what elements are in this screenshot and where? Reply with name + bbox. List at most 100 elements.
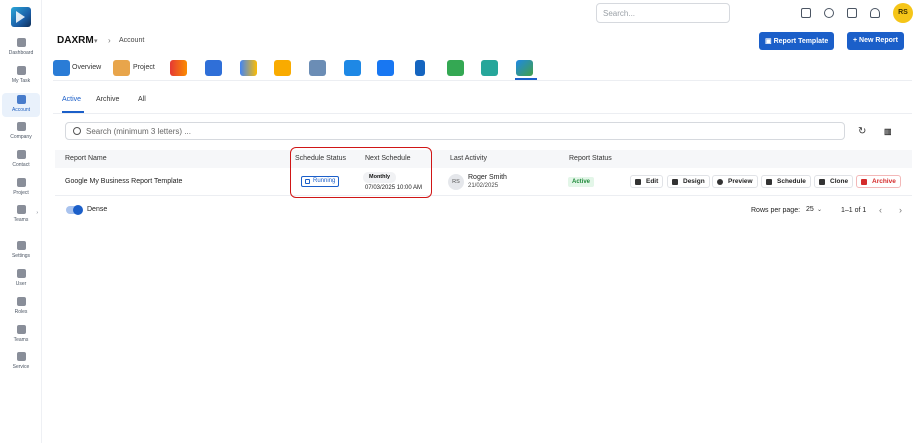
sidebar-item-teams[interactable]: Teams › bbox=[2, 205, 40, 227]
bell-icon[interactable] bbox=[870, 8, 880, 18]
sidebar-item-label: My Task bbox=[11, 78, 31, 84]
google-analytics-icon[interactable] bbox=[274, 60, 291, 76]
table-footer: Dense Rows per page: 25 ⌄ 1–1 of 1 ‹ › bbox=[55, 200, 912, 222]
breadcrumb-current: Account bbox=[119, 37, 145, 44]
columns-icon[interactable]: ▥ bbox=[884, 127, 892, 136]
facebook-icon[interactable] bbox=[415, 60, 425, 76]
data-studio-icon[interactable] bbox=[481, 60, 498, 76]
settings-icon bbox=[16, 241, 26, 250]
design-button[interactable]: Design bbox=[667, 175, 710, 188]
activity-date: 21/02/2025 bbox=[468, 183, 499, 189]
rows-per-page-label: Rows per page: bbox=[751, 207, 801, 214]
sidebar-item-label: Teams bbox=[13, 337, 29, 343]
sidebar-item-label: Roles bbox=[14, 309, 28, 315]
header-report-name[interactable]: Report Name bbox=[65, 155, 107, 162]
overview-icon bbox=[53, 60, 70, 76]
analytics-icon[interactable] bbox=[170, 60, 187, 76]
sidebar-item-account[interactable]: Account bbox=[2, 93, 40, 117]
dense-toggle[interactable] bbox=[66, 205, 83, 215]
service-icon bbox=[16, 352, 26, 361]
account-icon bbox=[16, 95, 26, 104]
active-tab-indicator bbox=[62, 111, 84, 113]
bing-icon[interactable] bbox=[344, 60, 361, 76]
design-label: Design bbox=[683, 178, 705, 185]
integration-tabs: Overview Project bbox=[53, 57, 912, 81]
report-template-button[interactable]: ▣ Report Template bbox=[759, 32, 835, 50]
sidebar-item-settings[interactable]: Settings bbox=[2, 241, 40, 263]
tab-archive[interactable]: Archive bbox=[96, 96, 119, 103]
preview-button[interactable]: Preview bbox=[712, 175, 758, 188]
user-avatar[interactable]: RS bbox=[893, 3, 913, 23]
pencil-icon bbox=[635, 179, 641, 185]
chevron-down-icon[interactable]: ▾ bbox=[94, 37, 98, 45]
google-ads-icon[interactable] bbox=[240, 60, 257, 76]
sidebar-item-label: Account bbox=[11, 107, 31, 113]
avatar: RS bbox=[448, 174, 464, 190]
sidebar-item-label: Company bbox=[10, 134, 32, 140]
archive-icon bbox=[861, 179, 867, 185]
search-console-icon[interactable] bbox=[309, 60, 326, 76]
pagination-range: 1–1 of 1 bbox=[841, 207, 867, 214]
next-page-icon[interactable]: › bbox=[899, 205, 902, 215]
app-logo[interactable] bbox=[11, 7, 31, 27]
org-title[interactable]: DAXRM bbox=[57, 35, 94, 46]
schedule-button[interactable]: Schedule bbox=[761, 175, 811, 188]
sidebar-item-contact[interactable]: Contact bbox=[2, 150, 40, 172]
tab-all[interactable]: All bbox=[138, 96, 146, 103]
schedule-highlight-box bbox=[290, 147, 432, 198]
edit-label: Edit bbox=[646, 178, 659, 185]
header-last-activity[interactable]: Last Activity bbox=[450, 155, 487, 162]
sidebar-item-label: Service bbox=[12, 364, 30, 370]
google-my-business-icon[interactable] bbox=[205, 60, 222, 76]
table-row: Google My Business Report Template Runni… bbox=[55, 168, 912, 196]
sidebar: Dashboard My Task Account Company Contac… bbox=[0, 0, 42, 443]
chevron-down-icon[interactable]: ⌄ bbox=[817, 206, 822, 213]
breadcrumb-separator-icon: › bbox=[108, 36, 111, 45]
sidebar-item-company[interactable]: Company bbox=[2, 122, 40, 144]
add-box-icon[interactable] bbox=[801, 8, 811, 18]
sidebar-item-project[interactable]: Project bbox=[2, 178, 40, 200]
task-icon bbox=[16, 66, 26, 75]
preview-label: Preview bbox=[728, 178, 753, 185]
clone-label: Clone bbox=[830, 178, 849, 185]
meta-ads-icon[interactable] bbox=[377, 60, 394, 76]
status-badge: Active bbox=[568, 177, 595, 187]
global-search-input[interactable]: Search... bbox=[596, 3, 730, 23]
project-icon bbox=[113, 60, 130, 76]
edit-button[interactable]: Edit bbox=[630, 175, 664, 188]
report-search-input[interactable]: Search (minimum 3 letters) ... bbox=[65, 122, 845, 140]
rows-per-page-select[interactable]: 25 bbox=[806, 206, 814, 213]
tab-active[interactable]: Active bbox=[62, 96, 81, 103]
sidebar-item-my-task[interactable]: My Task bbox=[2, 66, 40, 88]
clone-button[interactable]: Clone bbox=[814, 175, 854, 188]
status-tabs: Active Archive All bbox=[53, 92, 912, 114]
activity-user: Roger Smith bbox=[468, 174, 507, 181]
table-header: Report Name Schedule Status Next Schedul… bbox=[55, 150, 912, 168]
gift-icon[interactable] bbox=[847, 8, 857, 18]
previous-page-icon[interactable]: ‹ bbox=[879, 205, 882, 215]
sidebar-item-user[interactable]: User bbox=[2, 269, 40, 291]
new-report-button[interactable]: + New Report bbox=[847, 32, 904, 50]
archive-label: Archive bbox=[872, 178, 896, 185]
sidebar-item-service[interactable]: Service bbox=[2, 352, 40, 374]
sidebar-item-dashboard[interactable]: Dashboard bbox=[2, 38, 40, 60]
archive-button[interactable]: Archive bbox=[856, 175, 901, 188]
tab-project[interactable]: Project bbox=[133, 64, 155, 71]
top-bar: Search... RS bbox=[42, 0, 923, 28]
sidebar-item-roles[interactable]: Roles bbox=[2, 297, 40, 319]
help-icon[interactable] bbox=[824, 8, 834, 18]
active-tab-indicator bbox=[515, 78, 537, 80]
refresh-icon[interactable]: ↻ bbox=[858, 126, 866, 137]
sidebar-item-teams-admin[interactable]: Teams bbox=[2, 325, 40, 347]
report-name[interactable]: Google My Business Report Template bbox=[65, 178, 182, 185]
tab-overview[interactable]: Overview bbox=[72, 64, 101, 71]
copy-icon bbox=[819, 179, 825, 185]
sidebar-item-label: User bbox=[15, 281, 27, 287]
dashboard-icon bbox=[16, 38, 26, 47]
sidebar-item-label: Project bbox=[13, 190, 29, 196]
sidebar-item-label: Contact bbox=[12, 162, 30, 168]
header-report-status[interactable]: Report Status bbox=[569, 155, 612, 162]
teams-icon bbox=[16, 325, 26, 334]
site-audit-icon[interactable] bbox=[516, 60, 533, 76]
google-sheets-icon[interactable] bbox=[447, 60, 464, 76]
